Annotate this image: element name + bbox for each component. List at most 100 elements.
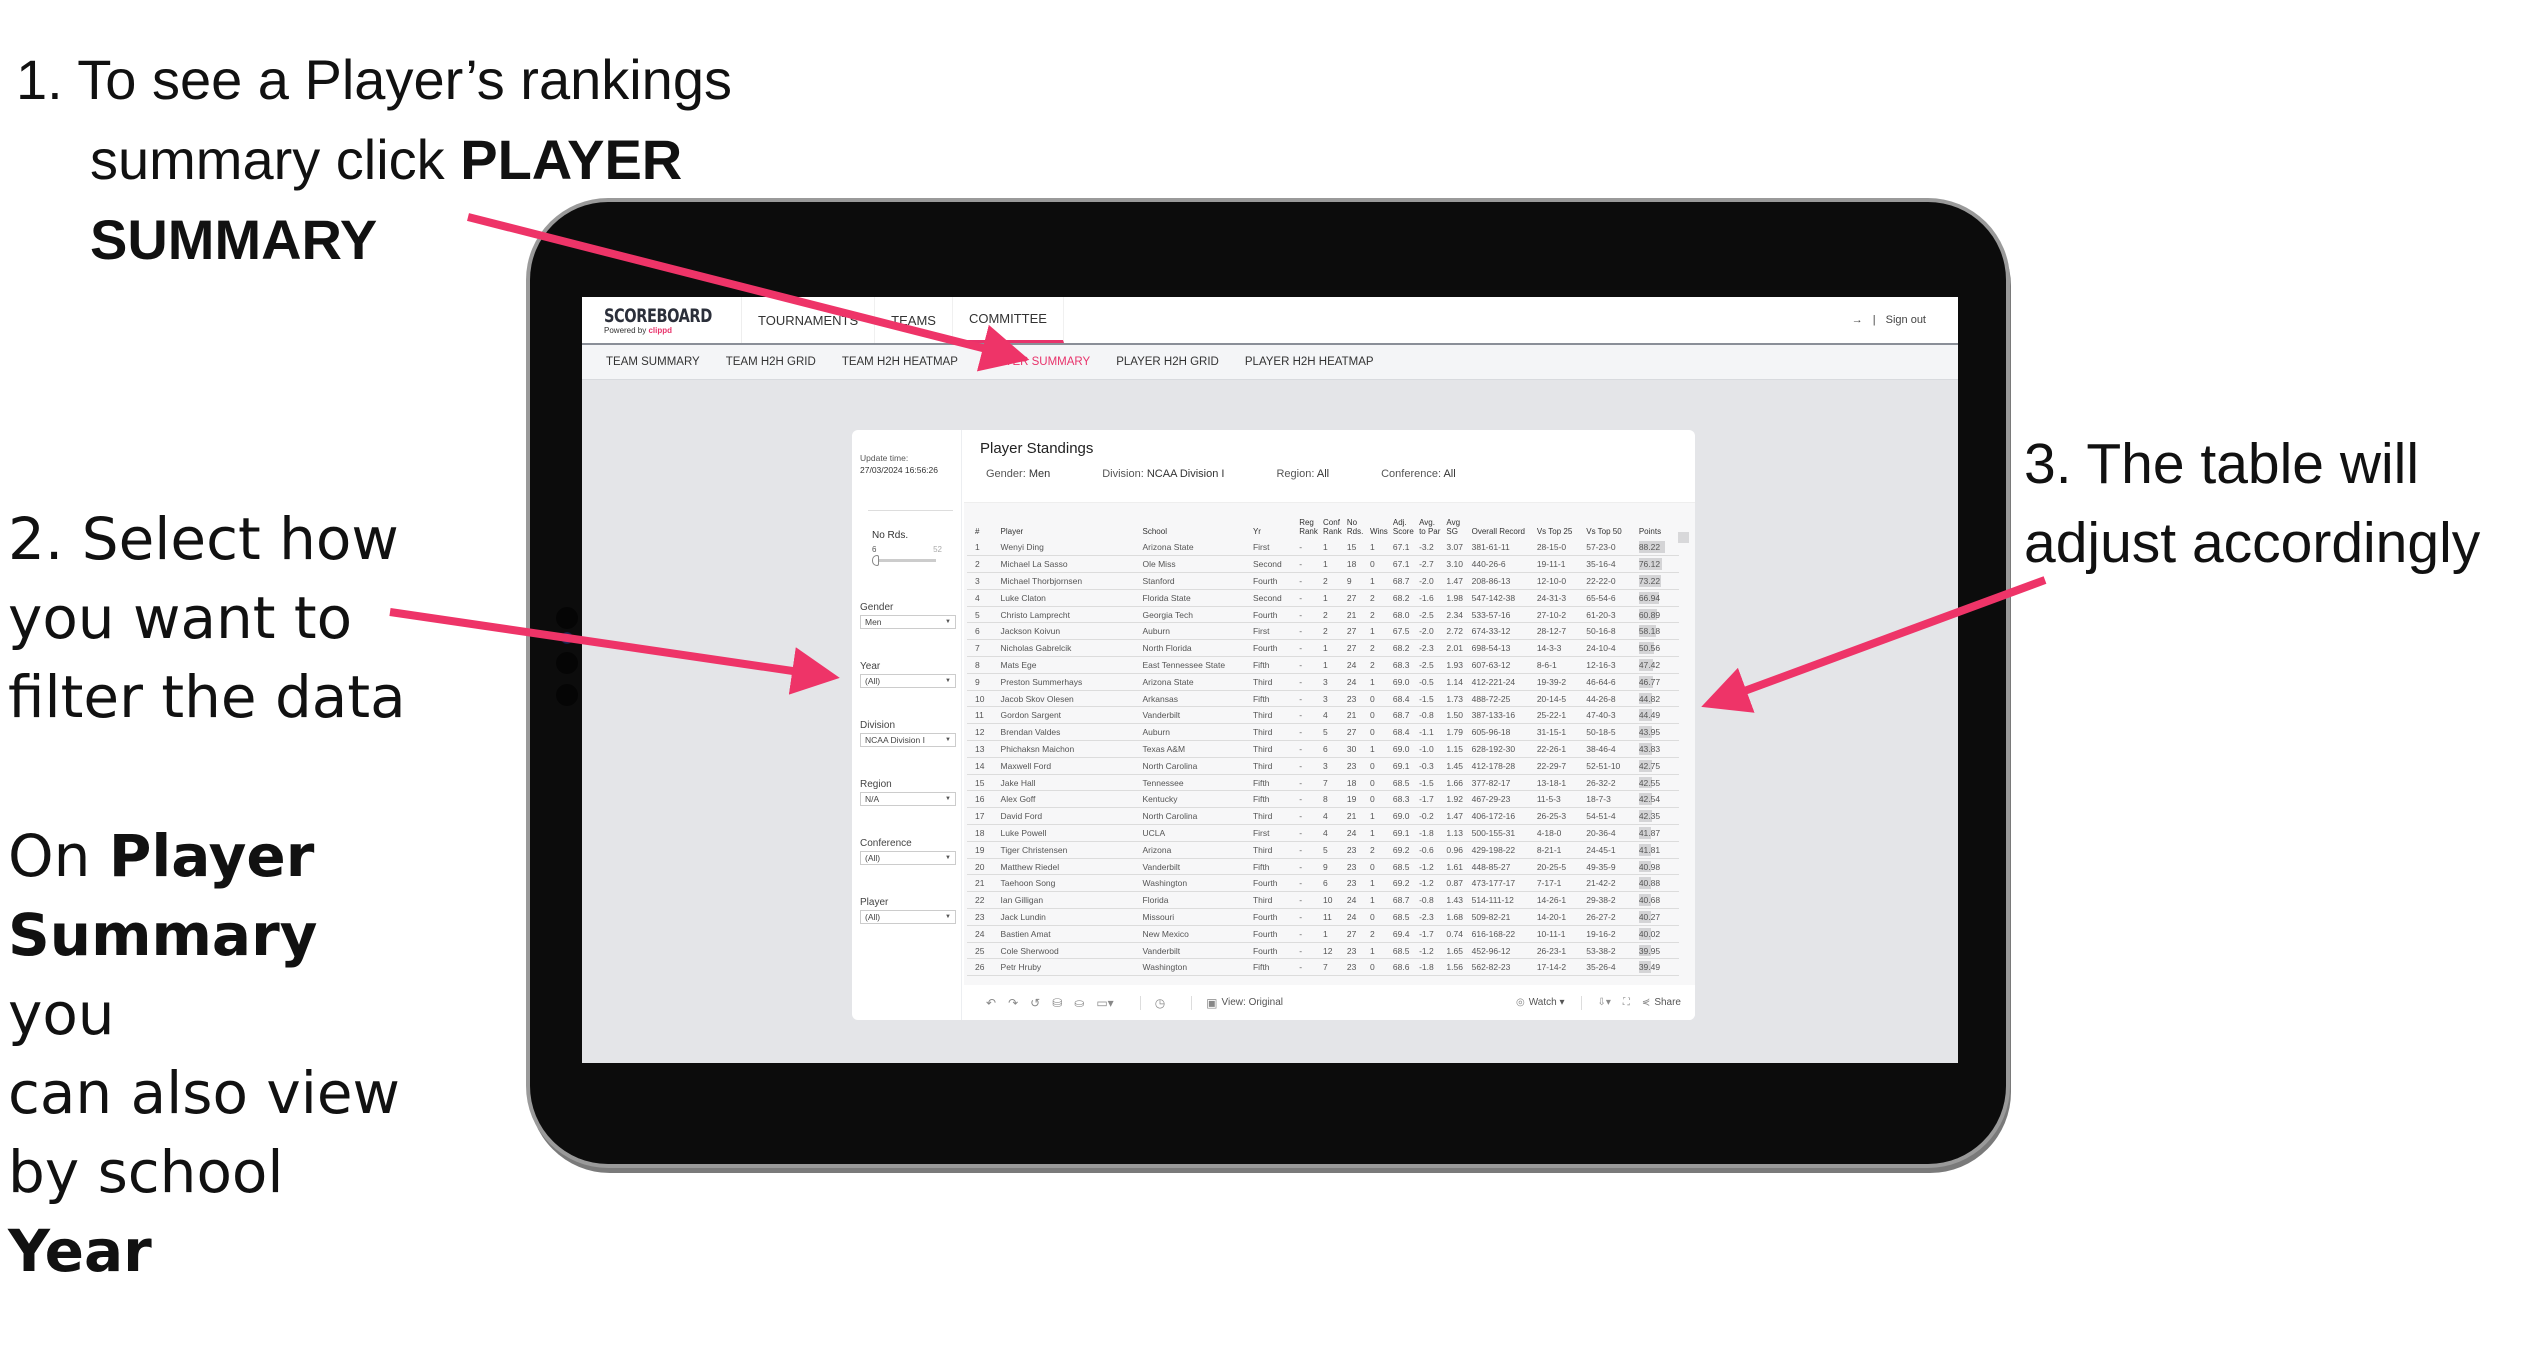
view-original-button[interactable]: View: Original — [1222, 997, 1284, 1008]
table-row[interactable]: 10 Jacob Skov Olesen Arkansas Fifth -3 23 0 68.… — [967, 690, 1679, 708]
table-row[interactable]: 1 Wenyi Ding Arizona State First -1 15 1 67.1 -3… — [967, 539, 1679, 557]
annotation-step-1-line1: 1. To see a Player’s rankings — [16, 48, 732, 111]
table-cell: 440-26-6 — [1469, 555, 1535, 574]
column-header[interactable]: Points — [1637, 503, 1679, 539]
table-row[interactable]: 21 Taehoon Song Washington Fourth -6 23 1 69.2-… — [967, 874, 1679, 893]
subnav-team-h2h-heatmap[interactable]: TEAM H2H HEATMAP — [842, 356, 958, 368]
table-row[interactable]: 13 Phichaksn Maichon Texas A&M Third -6 30 1 69… — [967, 740, 1679, 758]
table-cell: 429-198-22 — [1469, 841, 1535, 859]
conference-select[interactable]: (All) ▼ — [860, 851, 956, 865]
share-button[interactable]: Share — [1654, 997, 1681, 1008]
column-header[interactable]: School — [1141, 503, 1251, 539]
logout-arrow-icon[interactable]: → — [1852, 314, 1863, 326]
slider-handle[interactable] — [872, 555, 879, 566]
speed-icon[interactable]: ◷ — [1155, 996, 1165, 1010]
table-row[interactable]: 23 Jack Lundin Missouri Fourth -11 24 0 68.5 -2.… — [967, 908, 1679, 926]
player-select[interactable]: (All) ▼ — [860, 910, 956, 924]
year-select[interactable]: (All) ▼ — [860, 674, 956, 688]
subnav-team-h2h-grid[interactable]: TEAM H2H GRID — [726, 356, 816, 368]
refresh-data-icon[interactable]: ⛁ — [1052, 996, 1062, 1010]
column-header[interactable]: # — [967, 503, 999, 539]
table-row[interactable]: 14 Maxwell Ford North Carolina Third -3 23 0 69… — [967, 757, 1679, 775]
column-header[interactable]: No Rds. — [1345, 503, 1368, 539]
sign-out-link[interactable]: Sign out — [1886, 314, 1926, 326]
table-row[interactable]: 25 Cole Sherwood Vanderbilt Fourth -12 23 1 68.… — [967, 942, 1679, 960]
table-cell: 18-7-3 — [1584, 790, 1637, 809]
table-cell: 448-85-27 — [1469, 858, 1535, 876]
table-cell: 1.66 — [1444, 774, 1470, 792]
table-cell: Third — [1250, 723, 1298, 742]
table-row[interactable]: 22 Ian Gilligan Florida Third -10 24 1 68.7 -0.8… — [967, 891, 1679, 910]
points-value: 40.98 — [1638, 861, 1661, 872]
subnav-team-summary[interactable]: TEAM SUMMARY — [606, 356, 700, 368]
table-row[interactable]: 12 Brendan Valdes Auburn Third -5 27 0 68.4 -1.1… — [967, 723, 1679, 742]
table-row[interactable]: 6 Jackson Koivun Auburn First -2 27 1 67.5 -2.0 2… — [967, 622, 1679, 641]
table-cell: 22-26-1 — [1534, 740, 1585, 758]
chevron-down-icon: ▼ — [945, 737, 951, 743]
region-select[interactable]: N/A ▼ — [860, 792, 956, 806]
column-header[interactable]: Overall Record — [1470, 503, 1535, 539]
table-cell: 7 — [967, 639, 999, 658]
table-row[interactable]: 15 Jake Hall Tennessee Fifth -7 18 0 68.5 -1.5 1.… — [967, 774, 1679, 792]
table-cell: Fifth — [1250, 790, 1298, 809]
redo-icon[interactable]: ↷ — [1008, 996, 1018, 1010]
table-cell: -0.8 — [1417, 891, 1445, 910]
download-icon[interactable]: ⇩▾ — [1598, 997, 1611, 1008]
subnav-player-summary[interactable]: PLAYER SUMMARY — [984, 356, 1090, 368]
table-cell: 4 — [1321, 824, 1345, 842]
table-cell: - — [1297, 723, 1322, 742]
watch-button[interactable]: Watch ▾ — [1529, 997, 1565, 1008]
subnav-player-h2h-heatmap[interactable]: PLAYER H2H HEATMAP — [1245, 356, 1374, 368]
table-row[interactable]: 16 Alex Goff Kentucky Fifth -8 19 0 68.3 -1.7 1.9… — [967, 790, 1679, 809]
table-row[interactable]: 8 Mats Ege East Tennessee State Fifth -1 24 2 6… — [967, 656, 1679, 674]
table-row[interactable]: 17 David Ford North Carolina Third -4 21 1 69.0… — [967, 807, 1679, 826]
table-row[interactable]: 3 Michael Thorbjornsen Stanford Fourth -2 9 1 6… — [967, 572, 1679, 590]
gender-select[interactable]: Men ▼ — [860, 615, 956, 629]
table-cell: Michael Thorbjornsen — [998, 572, 1141, 590]
undo-icon[interactable]: ↶ — [986, 996, 996, 1010]
table-row[interactable]: 9 Preston Summerhays Arizona State Third -3 2… — [967, 673, 1679, 691]
column-header[interactable]: Yr — [1251, 503, 1297, 539]
fullscreen-icon[interactable]: ⛶ — [1623, 997, 1630, 1008]
column-header[interactable]: Wins — [1368, 503, 1391, 539]
column-header[interactable]: Conf Rank — [1321, 503, 1345, 539]
table-cell: 0 — [1367, 723, 1391, 742]
pause-data-icon[interactable]: ⛀ — [1074, 996, 1084, 1010]
division-select[interactable]: NCAA Division I ▼ — [860, 733, 956, 747]
table-row[interactable]: 4 Luke Claton Florida State Second -1 27 2 68.2… — [967, 589, 1679, 607]
column-header[interactable]: Avg. to Par — [1417, 503, 1444, 539]
table-row[interactable]: 5 Christo Lamprecht Georgia Tech Fourth -2 21… — [967, 606, 1679, 624]
column-header[interactable]: Player — [999, 503, 1141, 539]
table-row[interactable]: 2 Michael La Sasso Ole Miss Second -1 18 0 67.1… — [967, 555, 1679, 574]
table-cell: Jackson Koivun — [998, 622, 1141, 641]
column-header[interactable]: Vs Top 25 — [1535, 503, 1584, 539]
column-header[interactable]: Reg Rank — [1297, 503, 1321, 539]
points-cell: 42.55 — [1636, 774, 1679, 792]
table-row[interactable]: 26 Petr Hruby Washington Fifth -7 23 0 68.6 -1.8… — [967, 958, 1679, 977]
table-row[interactable]: 24 Bastien Amat New Mexico Fourth -1 27 2 69.4-… — [967, 925, 1679, 943]
table-row[interactable]: 11 Gordon Sargent Vanderbilt Third -4 21 0 68.7… — [967, 706, 1679, 725]
table-row[interactable]: 18 Luke Powell UCLA First -4 24 1 69.1 -1.8 1.13 5… — [967, 824, 1679, 842]
table-cell: 9 — [967, 673, 999, 691]
highlight-icon[interactable]: ▭▾ — [1096, 996, 1113, 1010]
table-cell: Third — [1250, 891, 1298, 910]
table-cell: Arizona — [1140, 841, 1251, 859]
column-header[interactable]: Adj. Score — [1391, 503, 1417, 539]
standings-table: # Player School Yr Reg Rank Conf Rank No Rds. W… — [967, 503, 1679, 977]
revert-icon[interactable]: ↺ — [1030, 996, 1040, 1010]
table-row[interactable]: 7 Nicholas Gabrelcik North Florida Fourth -1… — [967, 639, 1679, 658]
table-cell: 44-26-8 — [1584, 690, 1637, 708]
table-row[interactable]: 19 Tiger Christensen Arizona Third -5 23 2 69.2… — [967, 841, 1679, 859]
topnav-committee[interactable]: COMMITTEE — [952, 297, 1064, 343]
scrollbar[interactable] — [1678, 532, 1689, 543]
column-header[interactable]: Avg SG — [1444, 503, 1469, 539]
table-row[interactable]: 20 Matthew Riedel Vanderbilt Fifth -9 23 0 68.5… — [967, 858, 1679, 876]
table-cell: 0 — [1367, 555, 1391, 574]
topnav-tournaments[interactable]: TOURNAMENTS — [742, 297, 876, 343]
column-header[interactable]: Vs Top 50 — [1584, 503, 1637, 539]
summary-gender: Gender: Men — [986, 468, 1051, 480]
slider-track[interactable] — [872, 555, 936, 566]
subnav-player-h2h-grid[interactable]: PLAYER H2H GRID — [1116, 356, 1219, 368]
topnav-teams[interactable]: TEAMS — [875, 297, 953, 343]
brand-logo[interactable]: SCOREBOARD Powered by clippd — [582, 297, 742, 343]
